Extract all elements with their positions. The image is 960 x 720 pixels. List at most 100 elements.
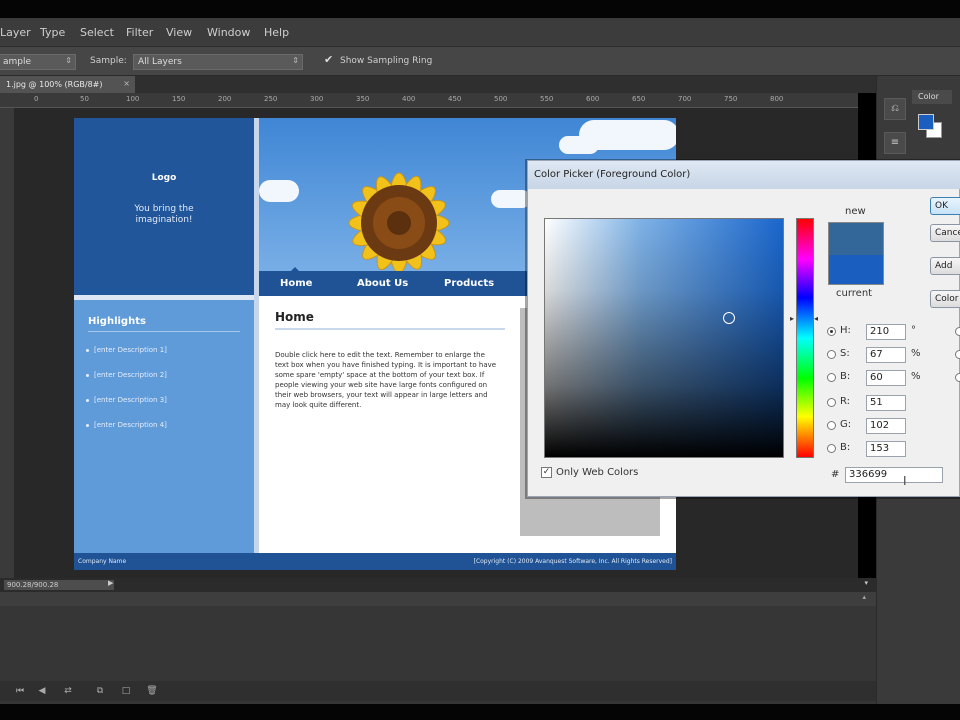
- color-field[interactable]: [544, 218, 784, 458]
- hue-slider-right-arrow[interactable]: ◂: [814, 314, 818, 323]
- hue-label: H:: [840, 325, 851, 336]
- ruler-tick-label: 200: [218, 95, 232, 103]
- highlights-title: Highlights: [88, 316, 146, 327]
- prev-frame-icon[interactable]: ◀: [36, 685, 48, 697]
- brightness-unit: %: [911, 371, 921, 382]
- document-tab[interactable]: 1.jpg @ 100% (RGB/8#) ×: [0, 76, 135, 93]
- ok-button[interactable]: OK: [930, 197, 960, 215]
- nav-about-us[interactable]: About Us: [357, 278, 408, 289]
- current-color-swatch[interactable]: [828, 255, 884, 285]
- horizontal-ruler: 0 50 100 150 200 250 300 350 400 450 500 550 600 650 7…: [0, 93, 858, 108]
- collapse-icon[interactable]: ▴: [862, 593, 866, 601]
- lab-b-radio[interactable]: [955, 373, 960, 382]
- ruler-tick-label: 150: [172, 95, 186, 103]
- play-icon[interactable]: ▶: [108, 579, 113, 587]
- green-input[interactable]: 102: [866, 418, 906, 434]
- color-libraries-button[interactable]: Color: [930, 290, 960, 308]
- foreground-color-swatch[interactable]: [918, 114, 934, 130]
- only-web-colors-checkbox[interactable]: ✓: [541, 467, 552, 478]
- ruler-tick-label: 750: [724, 95, 738, 103]
- hue-input[interactable]: 210: [866, 324, 906, 340]
- ruler-tick-label: 400: [402, 95, 416, 103]
- history-icon[interactable]: ⎌: [884, 98, 906, 120]
- duplicate-icon[interactable]: ⧉: [94, 685, 106, 697]
- document-tab-row: 1.jpg @ 100% (RGB/8#) ×: [0, 76, 876, 93]
- properties-icon[interactable]: ≡: [884, 132, 906, 154]
- ruler-tick-label: 0: [34, 95, 39, 103]
- highlight-item[interactable]: [enter Description 4]: [86, 421, 167, 429]
- ruler-tick-label: 550: [540, 95, 554, 103]
- content-text[interactable]: Double click here to edit the text. Reme…: [275, 350, 500, 410]
- tween-icon[interactable]: ⇄: [62, 685, 74, 697]
- color-sample-ring[interactable]: [723, 312, 735, 324]
- menu-select[interactable]: Select: [80, 26, 114, 39]
- hue-radio[interactable]: [827, 327, 836, 336]
- show-sampling-ring-label: Show Sampling Ring: [340, 56, 433, 66]
- ruler-tick-label: 100: [126, 95, 140, 103]
- blue-input[interactable]: 153: [866, 441, 906, 457]
- hex-input[interactable]: 336699: [845, 467, 943, 483]
- site-footer: Company Name [Copyright (C) 2009 Avanque…: [74, 553, 676, 570]
- sample-layers-value: All Layers: [138, 57, 182, 67]
- ruler-tick-label: 700: [678, 95, 692, 103]
- zoom-field[interactable]: 900.28/900.28: [4, 580, 114, 590]
- nav-pointer: [290, 267, 300, 272]
- brightness-input[interactable]: 60: [866, 370, 906, 386]
- first-frame-icon[interactable]: ⏮: [14, 685, 26, 697]
- new-color-swatch: [828, 222, 884, 255]
- footer-copyright: [Copyright (C) 2009 Avanquest Software, …: [473, 558, 672, 565]
- new-label: new: [845, 206, 866, 217]
- hex-label: #: [831, 469, 840, 480]
- only-web-colors-label: Only Web Colors: [556, 467, 639, 478]
- ruler-tick-label: 300: [310, 95, 324, 103]
- menu-view[interactable]: View: [166, 26, 192, 39]
- ruler-tick-label: 350: [356, 95, 370, 103]
- current-label: current: [836, 288, 873, 299]
- highlight-item[interactable]: [enter Description 1]: [86, 346, 167, 354]
- green-radio[interactable]: [827, 421, 836, 430]
- blue-label: B:: [840, 442, 851, 453]
- hue-slider[interactable]: [796, 218, 814, 458]
- site-logo: Logo: [151, 173, 177, 183]
- panel-menu-icon[interactable]: ▾: [864, 579, 868, 587]
- add-to-swatches-button[interactable]: Add: [930, 257, 960, 275]
- highlight-item[interactable]: [enter Description 2]: [86, 371, 167, 379]
- saturation-radio[interactable]: [827, 350, 836, 359]
- sample-layers-select[interactable]: All Layers ⇕: [133, 54, 303, 70]
- red-input[interactable]: 51: [866, 395, 906, 411]
- menu-bar: Layer Type Select Filter View Window Hel…: [0, 18, 960, 46]
- text-cursor-icon: I: [903, 474, 907, 488]
- site-tagline: You bring the imagination!: [134, 204, 194, 225]
- saturation-input[interactable]: 67: [866, 347, 906, 363]
- cancel-button[interactable]: Cancel: [930, 224, 960, 242]
- saturation-unit: %: [911, 348, 921, 359]
- menu-filter[interactable]: Filter: [126, 26, 153, 39]
- color-panel-tab[interactable]: Color: [912, 90, 952, 104]
- checkmark-icon[interactable]: ✔: [324, 53, 333, 66]
- blue-radio[interactable]: [827, 444, 836, 453]
- hue-slider-left-arrow[interactable]: ▸: [790, 314, 794, 323]
- content-title: Home: [275, 310, 314, 324]
- nav-home[interactable]: Home: [280, 278, 312, 289]
- highlight-item[interactable]: [enter Description 3]: [86, 396, 167, 404]
- brightness-radio[interactable]: [827, 373, 836, 382]
- menu-window[interactable]: Window: [207, 26, 250, 39]
- sample-size-select[interactable]: ample ⇕: [0, 54, 76, 70]
- menu-help[interactable]: Help: [264, 26, 289, 39]
- trash-icon[interactable]: 🗑: [146, 685, 158, 697]
- lab-l-radio[interactable]: [955, 327, 960, 336]
- red-radio[interactable]: [827, 398, 836, 407]
- document-tab-title: 1.jpg @ 100% (RGB/8#): [6, 80, 103, 89]
- new-frame-icon[interactable]: □: [120, 685, 132, 697]
- options-bar: ample ⇕ Sample: All Layers ⇕ ✔ Show Samp…: [0, 46, 960, 76]
- dialog-title[interactable]: Color Picker (Foreground Color): [528, 161, 960, 189]
- menu-type[interactable]: Type: [40, 26, 65, 39]
- red-label: R:: [840, 396, 851, 407]
- close-icon[interactable]: ×: [123, 79, 130, 88]
- green-label: G:: [840, 419, 852, 430]
- ruler-tick-label: 600: [586, 95, 600, 103]
- nav-products[interactable]: Products: [444, 278, 494, 289]
- menu-layer[interactable]: Layer: [0, 26, 31, 39]
- ruler-tick-label: 450: [448, 95, 462, 103]
- lab-a-radio[interactable]: [955, 350, 960, 359]
